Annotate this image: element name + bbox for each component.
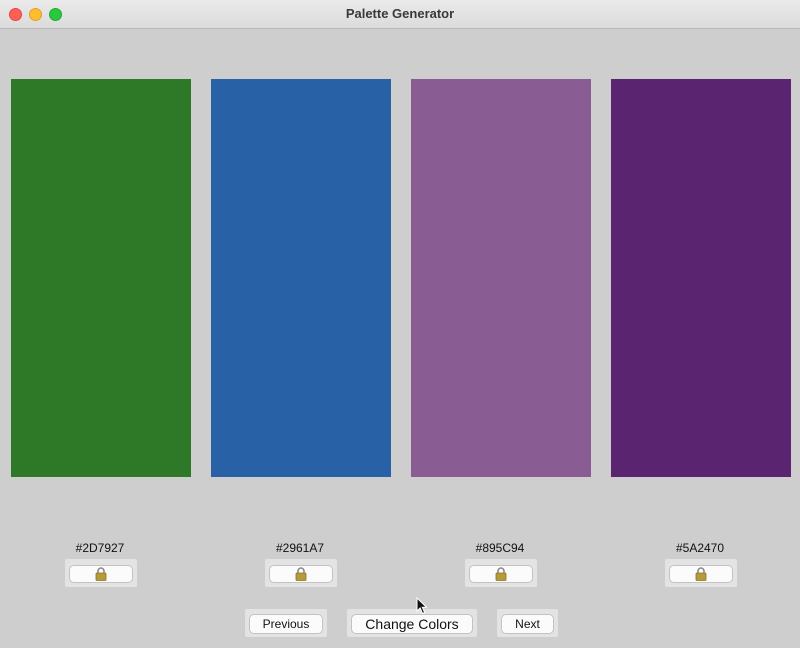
- window-title: Palette Generator: [345, 6, 455, 21]
- lock-button-container-3: [465, 559, 537, 587]
- lock-icon: [95, 567, 107, 581]
- lock-button-container-2: [265, 559, 337, 587]
- lock-button-1[interactable]: [69, 565, 133, 583]
- color-swatch-2: [211, 79, 391, 477]
- color-swatch-4: [611, 79, 791, 477]
- lock-button-container-1: [65, 559, 137, 587]
- hex-label-4: #5A2470: [675, 541, 725, 555]
- hex-label-1: #2D7927: [75, 541, 125, 555]
- previous-button-container: Previous: [245, 609, 327, 637]
- title-bar: Palette Generator: [0, 0, 800, 29]
- color-swatch-3: [411, 79, 591, 477]
- previous-button[interactable]: Previous: [249, 614, 323, 634]
- hex-label-3: #895C94: [475, 541, 525, 555]
- change-colors-button-container: Change Colors: [347, 609, 477, 637]
- color-swatch-1: [11, 79, 191, 477]
- hex-label-2: #2961A7: [275, 541, 325, 555]
- lock-icon: [695, 567, 707, 581]
- lock-icon: [495, 567, 507, 581]
- lock-button-4[interactable]: [669, 565, 733, 583]
- mouse-pointer-icon: [416, 596, 428, 620]
- lock-button-2[interactable]: [269, 565, 333, 583]
- lock-button-3[interactable]: [469, 565, 533, 583]
- lock-icon: [295, 567, 307, 581]
- next-button[interactable]: Next: [501, 614, 554, 634]
- app-window: Palette Generator #2D7927 #2961A7 #895C9…: [0, 0, 800, 648]
- lock-button-container-4: [665, 559, 737, 587]
- next-button-container: Next: [497, 609, 558, 637]
- change-colors-button[interactable]: Change Colors: [351, 614, 473, 634]
